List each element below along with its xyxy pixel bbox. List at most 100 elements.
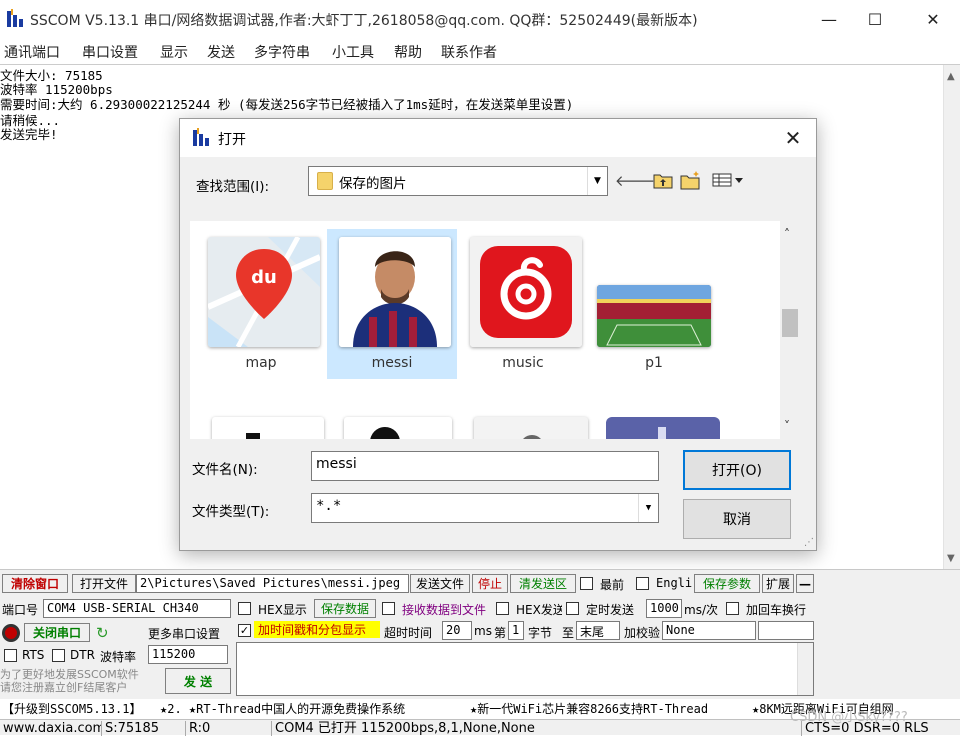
menu-comm-port[interactable]: 通讯端口 (4, 42, 60, 62)
checksum-extra-input[interactable] (758, 621, 814, 640)
baud-label: 波特率 (100, 650, 137, 664)
filename-input[interactable]: messi (311, 451, 659, 481)
english-checkbox[interactable] (636, 577, 649, 590)
chevron-down-icon[interactable]: ▼ (587, 167, 607, 195)
send-button[interactable]: 发 送 (165, 668, 231, 694)
open-file-dialog: 打开 ✕ 查找范围(I): 保存的图片 ▼ 🡐 du map messi mus… (179, 118, 817, 551)
topmost-checkbox[interactable] (580, 577, 593, 590)
file-item-map[interactable]: du map (196, 229, 326, 379)
file-list-scrollbar[interactable]: ˄ ˅ (780, 221, 800, 439)
nth-input[interactable]: 1 (508, 621, 524, 640)
new-folder-icon[interactable] (680, 169, 702, 191)
chevron-up-icon[interactable]: ˄ (784, 227, 790, 241)
save-params-button[interactable]: 保存参数 (694, 574, 760, 593)
title-bar[interactable]: SSCOM V5.13.1 串口/网络数据调试器,作者:大虾丁丁,2618058… (0, 0, 960, 38)
file-path-input[interactable]: 2\Pictures\Saved Pictures\messi.jpeg (136, 574, 409, 593)
expand-button[interactable]: 扩展 (762, 574, 794, 593)
port-select[interactable]: COM4 USB-SERIAL CH340 (43, 599, 231, 618)
timed-send-checkbox[interactable] (566, 602, 579, 615)
stadium-thumbnail (597, 285, 711, 347)
file-item-music[interactable]: music (458, 229, 588, 379)
ticker-item[interactable]: ★2. ★RT-Thread中国人的开源免费操作系统 (160, 700, 405, 717)
file-item-partial[interactable] (474, 417, 588, 439)
look-in-dropdown[interactable]: 保存的图片 ▼ (308, 166, 608, 196)
close-button[interactable]: ✕ (910, 0, 956, 38)
ticker-item[interactable]: ★新一代WiFi芯片兼容8266支持RT-Thread (470, 700, 708, 717)
baidu-map-icon: du (208, 237, 320, 347)
sent-count: S:75185 (102, 721, 186, 736)
file-item-p1[interactable]: p1 (589, 229, 719, 379)
filename-label: 文件名(N): (192, 462, 258, 478)
website-link[interactable]: www.daxia.com (0, 721, 102, 736)
file-item-partial[interactable] (344, 417, 452, 439)
minimize-button[interactable]: — (806, 0, 852, 38)
send-scrollbar[interactable] (797, 643, 813, 695)
dialog-close-icon[interactable]: ✕ (778, 123, 808, 153)
chevron-down-icon[interactable]: ▼ (638, 494, 658, 522)
timeout-input[interactable]: 20 (442, 621, 472, 640)
send-textarea[interactable] (236, 642, 814, 696)
svg-text:du: du (251, 267, 277, 288)
hex-send-checkbox[interactable] (496, 602, 509, 615)
save-data-button[interactable]: 保存数据 (314, 599, 376, 618)
thumbnail-fragment (658, 427, 666, 439)
control-panel: 清除窗口 打开文件 2\Pictures\Saved Pictures\mess… (0, 569, 960, 716)
rts-checkbox[interactable] (4, 649, 17, 662)
chevron-down-icon[interactable]: ˅ (784, 419, 790, 433)
hex-display-checkbox[interactable] (238, 602, 251, 615)
menu-port-settings[interactable]: 串口设置 (82, 42, 138, 62)
scroll-thumb[interactable] (782, 309, 798, 337)
up-folder-icon[interactable] (652, 169, 674, 191)
recv-to-file-checkbox[interactable] (382, 602, 395, 615)
to-label: 至 (562, 626, 575, 640)
clear-send-button[interactable]: 清发送区 (510, 574, 576, 593)
hex-display-label: HEX显示 (258, 603, 307, 617)
dtr-checkbox[interactable] (52, 649, 65, 662)
file-item-partial[interactable] (606, 417, 720, 439)
back-arrow-icon[interactable]: 🡐 (615, 169, 655, 191)
end-select[interactable]: 末尾 (576, 621, 620, 640)
send-file-button[interactable]: 发送文件 (410, 574, 470, 593)
open-file-button[interactable]: 打开文件 (72, 574, 136, 593)
dialog-title-bar[interactable]: 打开 ✕ (180, 119, 816, 157)
clear-window-button[interactable]: 清除窗口 (2, 574, 68, 593)
filetype-select[interactable]: *.* ▼ (311, 493, 659, 523)
stop-button[interactable]: 停止 (472, 574, 508, 593)
file-item-messi[interactable]: messi (327, 229, 457, 379)
cancel-button[interactable]: 取消 (683, 499, 791, 539)
refresh-icon[interactable]: ↻ (96, 624, 109, 642)
byte-label: 字节 (528, 626, 553, 640)
nth-label: 第 (494, 626, 507, 640)
receive-scrollbar[interactable]: ▲ ▼ (943, 65, 960, 570)
hex-send-label: HEX发送 (516, 603, 562, 617)
port-status-icon (2, 624, 20, 642)
english-label: Engli (656, 576, 693, 590)
open-button[interactable]: 打开(O) (683, 450, 791, 490)
port-label: 端口号 (2, 603, 39, 617)
menu-multi-string[interactable]: 多字符串 (254, 42, 310, 62)
menu-help[interactable]: 帮助 (394, 42, 422, 62)
menu-contact[interactable]: 联系作者 (441, 42, 497, 62)
interval-input[interactable]: 1000 (646, 599, 682, 618)
resize-grip-icon[interactable]: ⋰ (804, 537, 814, 548)
app-icon (7, 9, 23, 27)
close-port-button[interactable]: 关闭串口 (24, 623, 90, 642)
timed-send-label: 定时发送 (586, 603, 635, 617)
timestamp-checkbox[interactable]: ✓ (238, 624, 251, 637)
scroll-down-arrow[interactable]: ▼ (947, 553, 955, 564)
menu-send[interactable]: 发送 (207, 42, 235, 62)
file-item-partial[interactable] (212, 417, 324, 439)
baud-select[interactable]: 115200 (148, 645, 228, 664)
menu-display[interactable]: 显示 (160, 42, 188, 62)
view-menu-icon[interactable] (710, 169, 748, 191)
checksum-select[interactable]: None (662, 621, 756, 640)
more-settings-link[interactable]: 更多串口设置 (148, 625, 220, 642)
scroll-up-arrow[interactable]: ▲ (947, 71, 955, 82)
ticker-upgrade[interactable]: 【升级到SSCOM5.13.1】 (2, 700, 141, 717)
file-list-view[interactable]: du map messi music p1 (190, 221, 780, 439)
filetype-label: 文件类型(T): (192, 504, 270, 520)
add-crlf-checkbox[interactable] (726, 602, 739, 615)
menu-tools[interactable]: 小工具 (332, 42, 374, 62)
collapse-button[interactable]: — (796, 574, 814, 593)
maximize-button[interactable]: ☐ (852, 0, 898, 38)
